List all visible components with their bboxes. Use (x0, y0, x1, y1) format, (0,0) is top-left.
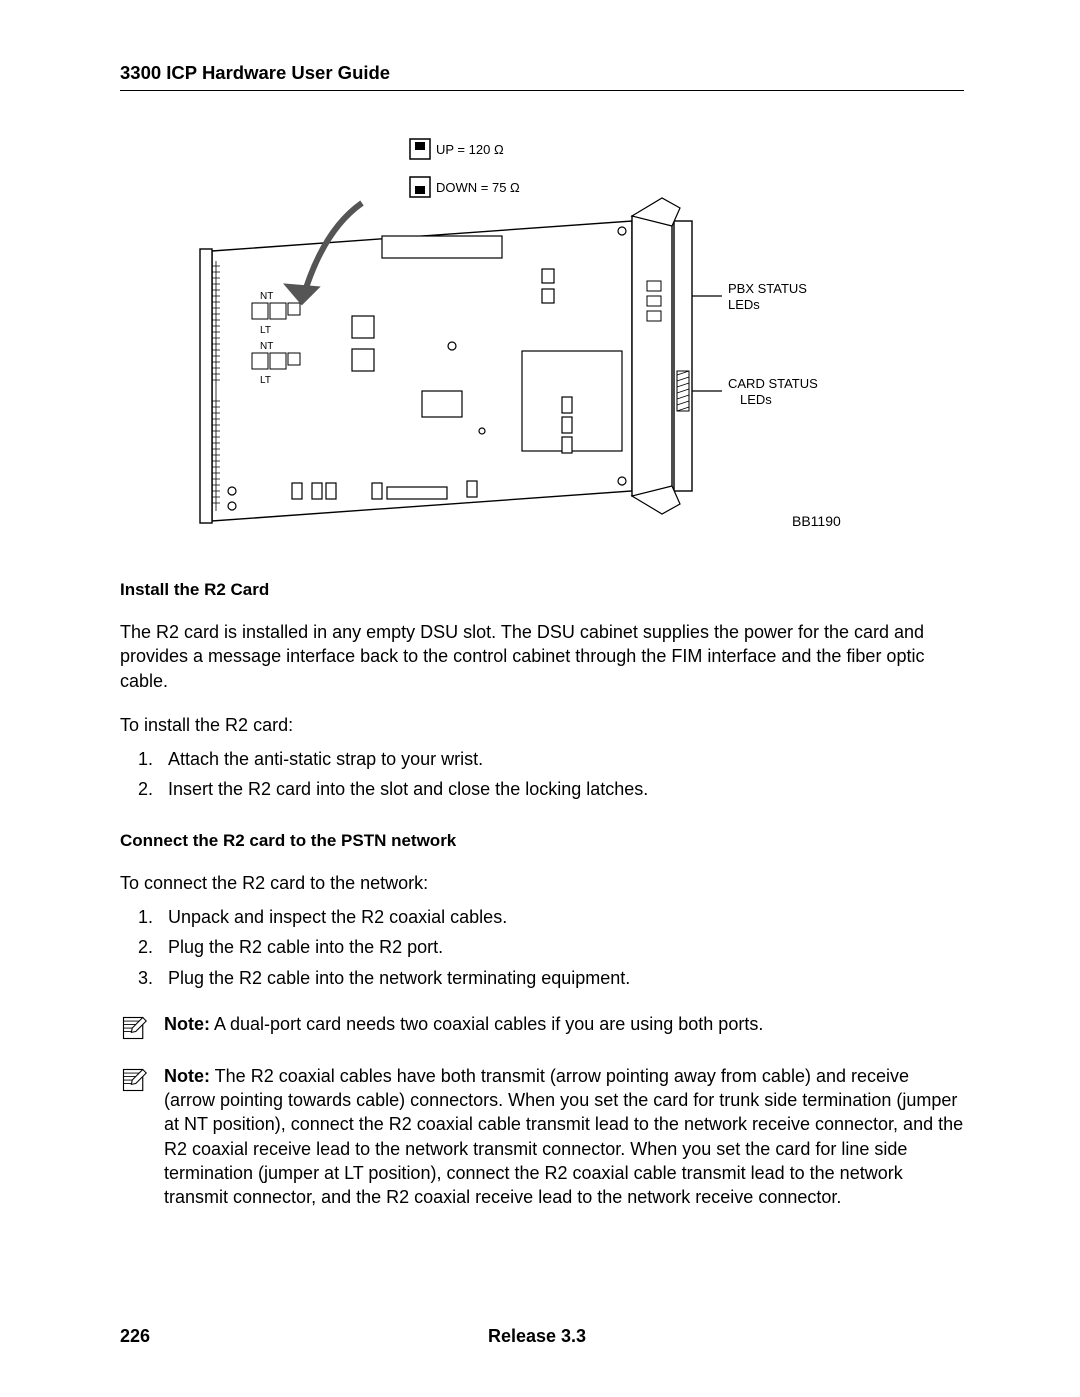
switch-down-label: DOWN = 75 Ω (436, 180, 520, 195)
lt-label-1: LT (260, 325, 271, 336)
release-label: Release 3.3 (488, 1326, 586, 1347)
note-2: Note: The R2 coaxial cables have both tr… (120, 1064, 964, 1210)
page-number: 226 (120, 1326, 150, 1347)
figure-ref: BB1190 (792, 513, 841, 529)
nt-label-1: NT (260, 291, 273, 302)
note-icon (120, 1014, 148, 1042)
list-item: Plug the R2 cable into the network termi… (158, 966, 964, 990)
r2-card-figure: UP = 120 Ω DOWN = 75 Ω (192, 131, 892, 551)
note-body: A dual-port card needs two coaxial cable… (210, 1014, 763, 1034)
list-item: Insert the R2 card into the slot and clo… (158, 777, 964, 801)
note-1: Note: A dual-port card needs two coaxial… (120, 1012, 964, 1042)
note-text: Note: The R2 coaxial cables have both tr… (164, 1064, 964, 1210)
install-paragraph-1: The R2 card is installed in any empty DS… (120, 620, 964, 693)
switch-up-label: UP = 120 Ω (436, 142, 504, 157)
list-item: Plug the R2 cable into the R2 port. (158, 935, 964, 959)
page: 3300 ICP Hardware User Guide UP = 120 Ω … (0, 0, 1080, 1397)
connect-paragraph-1: To connect the R2 card to the network: (120, 871, 964, 895)
install-heading: Install the R2 Card (120, 579, 964, 602)
note-text: Note: A dual-port card needs two coaxial… (164, 1012, 964, 1036)
document-header: 3300 ICP Hardware User Guide (120, 62, 964, 84)
note-label: Note: (164, 1066, 210, 1086)
note-label: Note: (164, 1014, 210, 1034)
page-footer: 226 Release 3.3 (120, 1326, 964, 1347)
install-paragraph-2: To install the R2 card: (120, 713, 964, 737)
lt-label-2: LT (260, 375, 271, 386)
note-icon (120, 1066, 148, 1094)
pbx-leds-label: LEDs (728, 297, 760, 312)
pbx-status-label: PBX STATUS (728, 281, 807, 296)
list-item: Attach the anti-static strap to your wri… (158, 747, 964, 771)
list-item: Unpack and inspect the R2 coaxial cables… (158, 905, 964, 929)
connect-heading: Connect the R2 card to the PSTN network (120, 830, 964, 853)
nt-label-2: NT (260, 341, 273, 352)
card-leds-label: LEDs (740, 392, 772, 407)
connect-steps: Unpack and inspect the R2 coaxial cables… (120, 905, 964, 990)
card-status-label: CARD STATUS (728, 376, 818, 391)
header-rule (120, 90, 964, 91)
install-steps: Attach the anti-static strap to your wri… (120, 747, 964, 802)
note-body: The R2 coaxial cables have both transmit… (164, 1066, 963, 1207)
